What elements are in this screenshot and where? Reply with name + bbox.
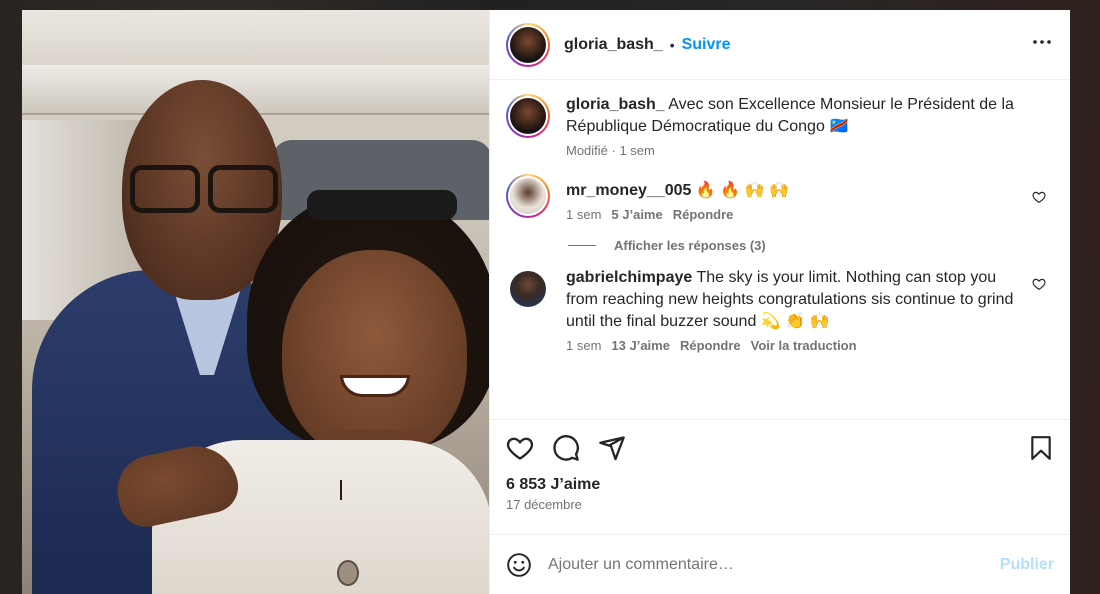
author-username[interactable]: gloria_bash_ — [564, 36, 663, 54]
view-replies-label: Afficher les réponses (3) — [614, 238, 766, 253]
like-count[interactable]: 6 853 J’aime — [506, 476, 1054, 494]
photo-smile — [340, 375, 410, 397]
comment-likes[interactable]: 5 J’aime — [611, 207, 662, 222]
comment-username[interactable]: mr_money__005 — [566, 182, 691, 199]
translate-button[interactable]: Voir la traduction — [751, 338, 857, 353]
bookmark-icon[interactable] — [1028, 434, 1054, 462]
reply-button[interactable]: Répondre — [680, 338, 741, 353]
comment-input[interactable] — [548, 555, 1000, 574]
header-separator: • — [669, 36, 675, 53]
commenter-avatar[interactable] — [506, 174, 550, 218]
action-bar — [490, 420, 1070, 476]
heart-icon[interactable] — [506, 434, 534, 462]
photo-sunglasses — [307, 190, 457, 220]
caption-username[interactable]: gloria_bash_ — [566, 96, 665, 113]
add-comment-bar: Publier — [490, 534, 1070, 594]
caption-avatar[interactable] — [506, 94, 550, 138]
comment-item: mr_money__005 🔥 🔥 🙌 🙌 1 sem 5 J’aime Rép… — [506, 174, 1054, 222]
more-icon[interactable] — [1030, 30, 1054, 60]
post-modal: gloria_bash_ • Suivre gloria_bash_ Avec … — [22, 10, 1070, 594]
author-avatar[interactable] — [506, 22, 550, 67]
caption: gloria_bash_ Avec son Excellence Monsieu… — [506, 94, 1054, 158]
photo-man-glasses — [120, 165, 280, 215]
heart-icon[interactable] — [1032, 277, 1046, 291]
commenter-avatar[interactable] — [510, 271, 546, 307]
follow-button[interactable]: Suivre — [682, 36, 731, 54]
heart-icon[interactable] — [1032, 190, 1046, 204]
photo-pendant — [337, 560, 359, 586]
post-date[interactable]: 17 décembre — [506, 497, 1054, 512]
replies-line — [568, 245, 596, 246]
view-replies-button[interactable]: Afficher les réponses (3) — [568, 238, 1054, 253]
caption-meta: Modifié · 1 sem — [566, 143, 655, 158]
photo-necklace — [340, 480, 352, 500]
comment-time[interactable]: 1 sem — [566, 338, 601, 353]
likes-section: 6 853 J’aime 17 décembre — [490, 476, 1070, 512]
comment-username[interactable]: gabrielchimpaye — [566, 269, 692, 286]
emoji-icon[interactable] — [506, 552, 532, 578]
share-icon[interactable] — [598, 434, 626, 462]
comment-item: gabrielchimpaye The sky is your limit. N… — [506, 267, 1054, 353]
comment-likes[interactable]: 13 J’aime — [611, 338, 670, 353]
photo-woman-face — [282, 250, 467, 460]
publish-button[interactable]: Publier — [1000, 556, 1054, 574]
comments-list[interactable]: gloria_bash_ Avec son Excellence Monsieu… — [490, 80, 1070, 420]
reply-button[interactable]: Répondre — [673, 207, 734, 222]
post-header: gloria_bash_ • Suivre — [490, 10, 1070, 80]
post-photo[interactable] — [22, 10, 489, 594]
comment-time[interactable]: 1 sem — [566, 207, 601, 222]
comment-text: 🔥 🔥 🙌 🙌 — [695, 182, 789, 199]
post-side-panel: gloria_bash_ • Suivre gloria_bash_ Avec … — [489, 10, 1070, 594]
comment-icon[interactable] — [552, 434, 580, 462]
